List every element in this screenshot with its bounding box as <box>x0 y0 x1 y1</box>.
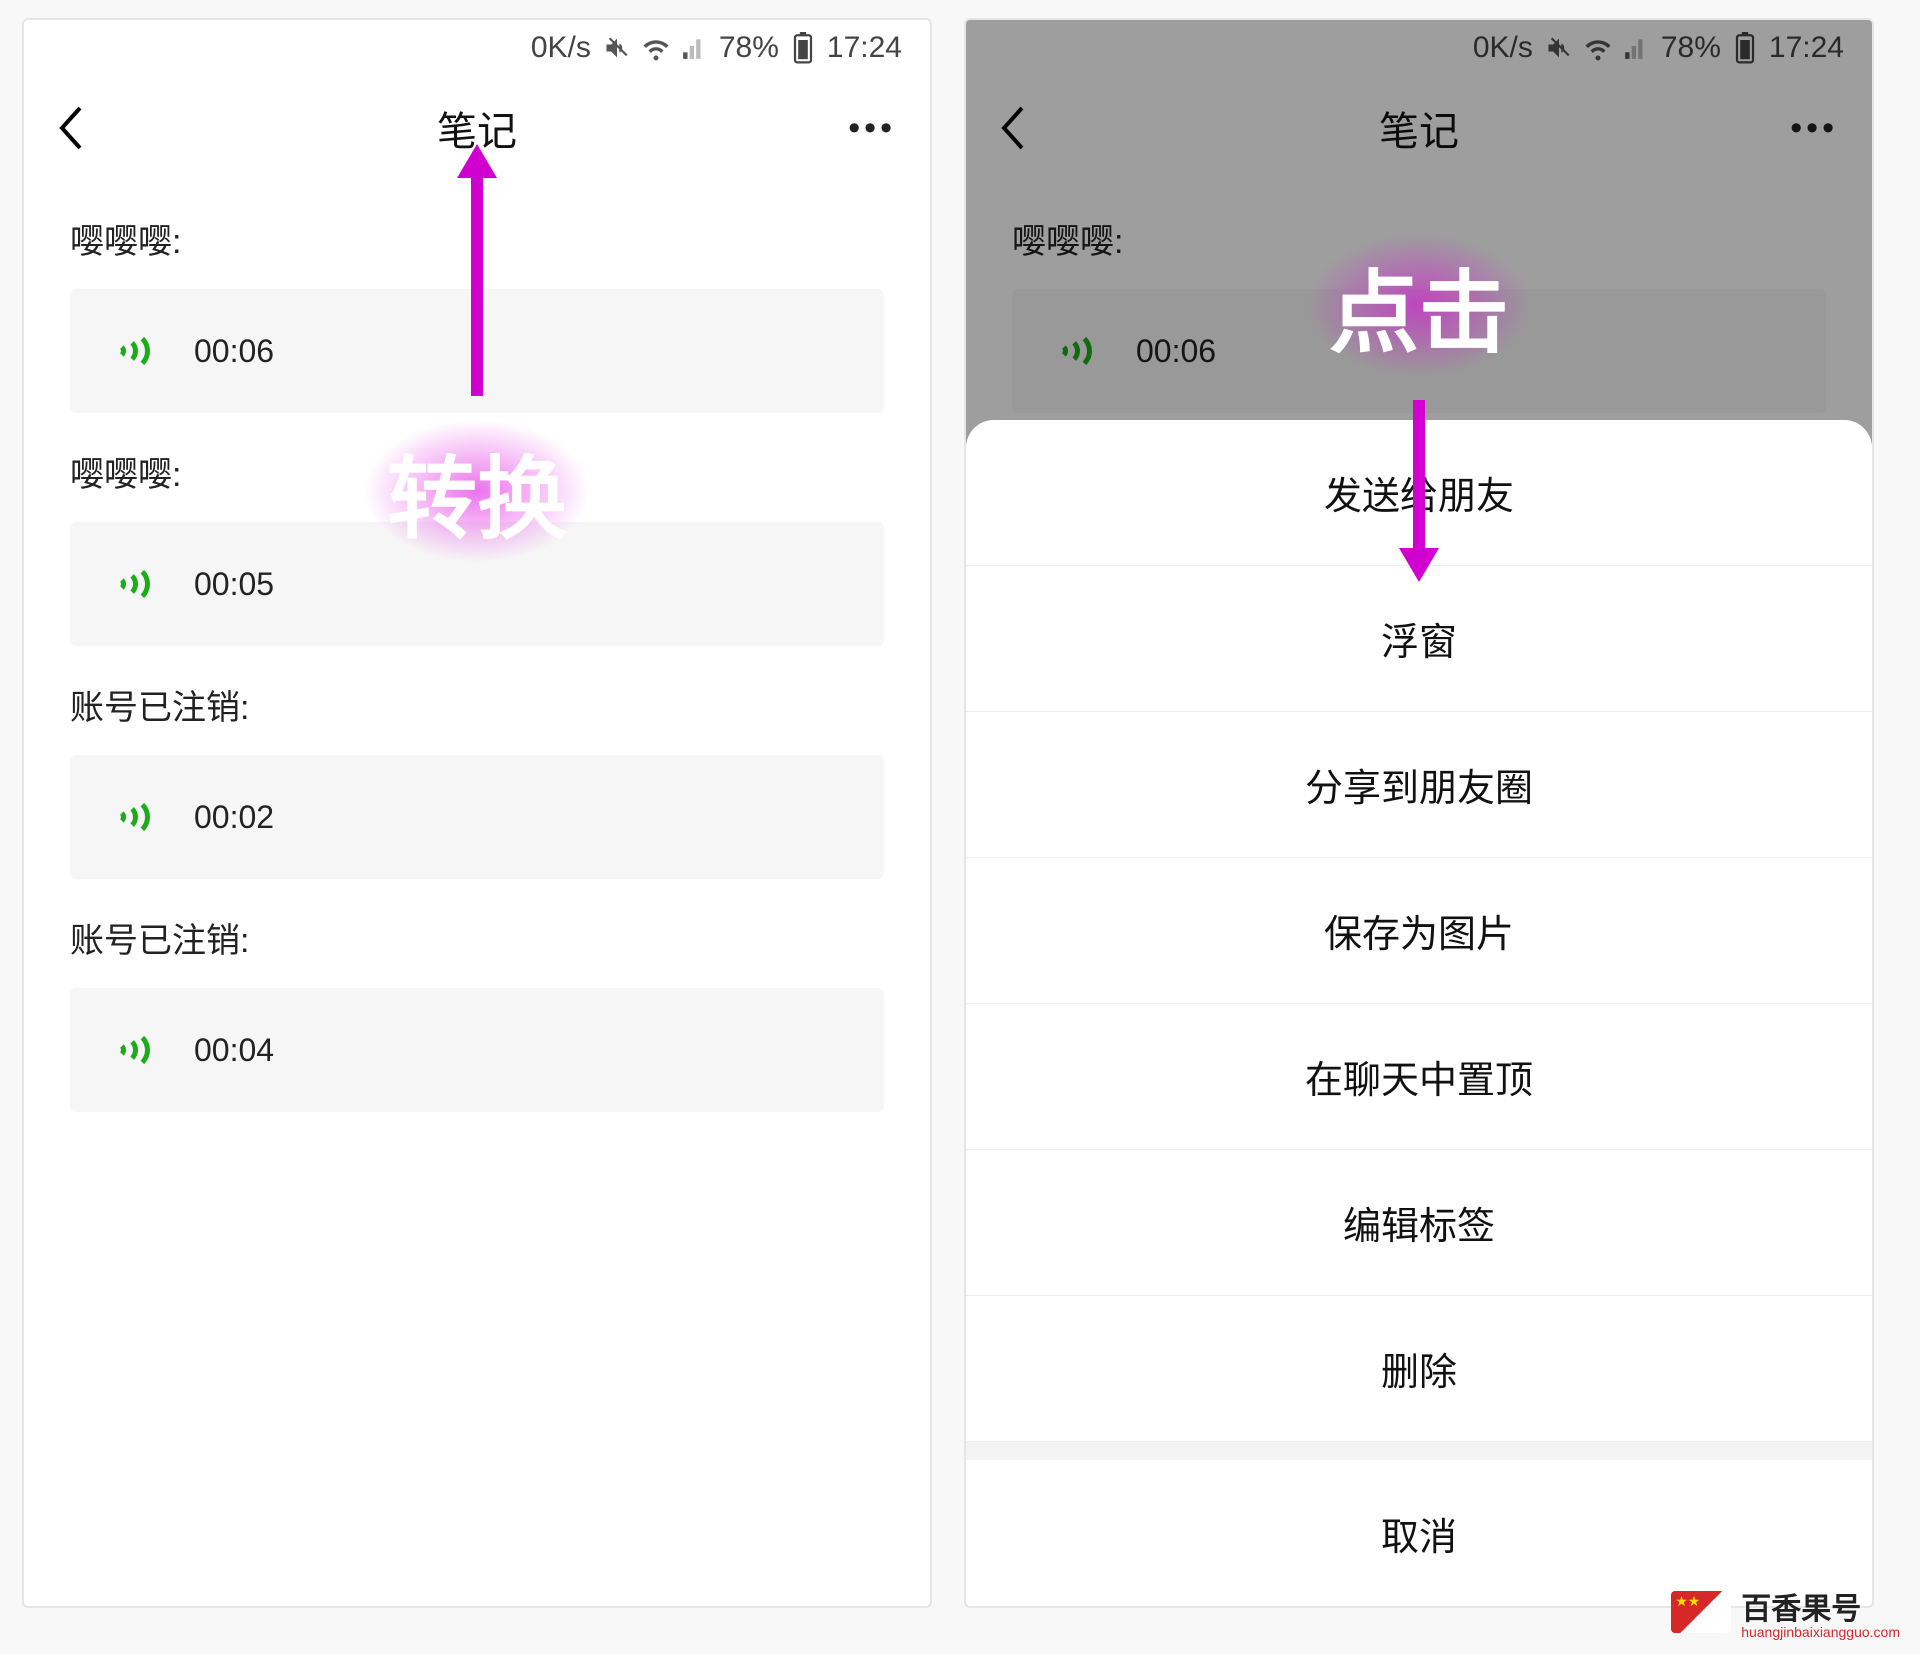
signal-icon <box>681 35 707 61</box>
audio-icon <box>114 1028 158 1072</box>
battery-pct: 78% <box>1661 31 1721 65</box>
sheet-option-send-friend[interactable]: 发送给朋友 <box>966 420 1872 566</box>
audio-duration: 00:02 <box>194 799 274 836</box>
sheet-option-save-image[interactable]: 保存为图片 <box>966 858 1872 1004</box>
sheet-divider <box>966 1442 1872 1460</box>
status-bar: 0K/s 78% 17:24 <box>24 20 930 76</box>
nav-bar: 笔记 ••• <box>24 76 930 180</box>
signal-icon <box>1623 35 1649 61</box>
status-bar: 0K/s 78% 17:24 <box>966 20 1872 76</box>
audio-icon <box>114 562 158 606</box>
mute-icon <box>1545 34 1573 62</box>
sheet-option-edit-tags[interactable]: 编辑标签 <box>966 1150 1872 1296</box>
watermark-domain: huangjinbaixiangguo.com <box>1741 1624 1900 1640</box>
audio-clip[interactable]: 00:06 <box>70 289 884 413</box>
audio-clip[interactable]: 00:04 <box>70 988 884 1112</box>
wifi-icon <box>641 33 671 63</box>
action-sheet: 发送给朋友 浮窗 分享到朋友圈 保存为图片 在聊天中置顶 编辑标签 删除 取消 <box>966 420 1872 1606</box>
wifi-icon <box>1583 33 1613 63</box>
note-sender: 嘤嘤嘤: <box>70 447 884 496</box>
audio-icon <box>1056 329 1100 373</box>
note-content: 嘤嘤嘤: 00:06 嘤嘤嘤: 00:05 账号已注销: 00:02 账号已注销… <box>24 214 930 1112</box>
status-icons <box>603 33 707 63</box>
audio-icon <box>114 795 158 839</box>
net-speed: 0K/s <box>531 31 591 65</box>
back-button[interactable] <box>988 104 1036 152</box>
battery-pct: 78% <box>719 31 779 65</box>
more-button[interactable]: ••• <box>848 109 896 148</box>
phone-right: 0K/s 78% 17:24 笔记 ••• 嘤嘤嘤: <box>964 18 1874 1608</box>
audio-duration: 00:06 <box>1136 333 1216 370</box>
clock: 17:24 <box>1769 31 1844 65</box>
audio-clip[interactable]: 00:06 <box>1012 289 1826 413</box>
note-sender: 账号已注销: <box>70 680 884 729</box>
audio-clip[interactable]: 00:05 <box>70 522 884 646</box>
note-sender: 嘤嘤嘤: <box>1012 214 1826 263</box>
sheet-option-delete[interactable]: 删除 <box>966 1296 1872 1442</box>
watermark-logo-icon <box>1671 1591 1731 1633</box>
audio-duration: 00:05 <box>194 566 274 603</box>
note-sender: 账号已注销: <box>70 913 884 962</box>
battery-icon <box>1733 32 1757 64</box>
page-title: 笔记 <box>966 99 1872 157</box>
note-sender: 嘤嘤嘤: <box>70 214 884 263</box>
back-button[interactable] <box>46 104 94 152</box>
sheet-option-float-window[interactable]: 浮窗 <box>966 566 1872 712</box>
mute-icon <box>603 34 631 62</box>
nav-bar: 笔记 ••• <box>966 76 1872 180</box>
audio-duration: 00:04 <box>194 1032 274 1069</box>
watermark: 百香果号 huangjinbaixiangguo.com <box>1671 1584 1900 1640</box>
audio-duration: 00:06 <box>194 333 274 370</box>
audio-clip[interactable]: 00:02 <box>70 755 884 879</box>
status-icons <box>1545 33 1649 63</box>
watermark-name: 百香果号 <box>1741 1593 1861 1626</box>
audio-icon <box>114 329 158 373</box>
page-title: 笔记 <box>24 99 930 157</box>
battery-icon <box>791 32 815 64</box>
phone-left: 0K/s 78% 17:24 笔记 ••• 嘤嘤嘤: <box>22 18 932 1608</box>
clock: 17:24 <box>827 31 902 65</box>
more-button[interactable]: ••• <box>1790 109 1838 148</box>
net-speed: 0K/s <box>1473 31 1533 65</box>
sheet-option-share-moments[interactable]: 分享到朋友圈 <box>966 712 1872 858</box>
sheet-option-pin-chat[interactable]: 在聊天中置顶 <box>966 1004 1872 1150</box>
